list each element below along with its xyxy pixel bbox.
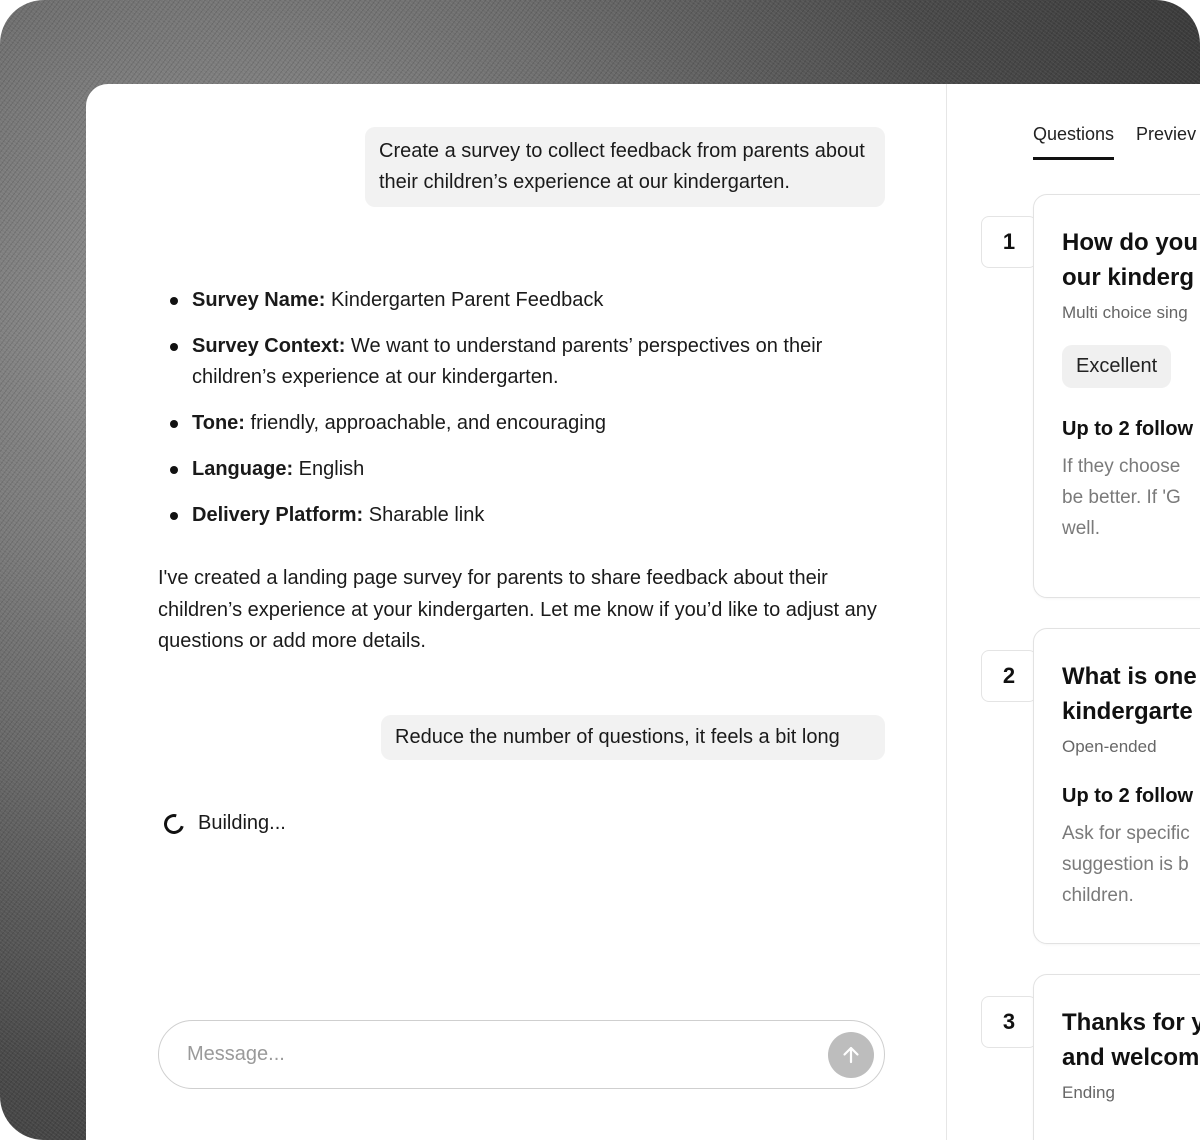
message-composer	[158, 1020, 885, 1089]
followup-label: Up to 2 follow	[1062, 418, 1194, 440]
question-type: Open-ended	[1062, 737, 1157, 756]
arrow-up-icon	[843, 1046, 859, 1064]
question-title: Thanks for y and welcom	[1062, 1009, 1200, 1071]
summary-label: Survey Context:	[192, 335, 346, 357]
summary-value: Kindergarten Parent Feedback	[325, 289, 604, 311]
survey-panel: Questions Previev 1 How do you our kinde…	[947, 84, 1200, 1140]
user-message: Create a survey to collect feedback from…	[365, 127, 885, 207]
summary-value: English	[293, 458, 365, 480]
question-number: 2	[981, 650, 1037, 702]
summary-item-tone: Tone: friendly, approachable, and encour…	[164, 408, 884, 439]
question-type: Ending	[1062, 1083, 1115, 1102]
summary-label: Survey Name:	[192, 289, 326, 311]
spinner-icon	[160, 809, 188, 838]
summary-label: Delivery Platform:	[192, 504, 364, 526]
status-text: Building...	[198, 812, 286, 834]
app-window: Create a survey to collect feedback from…	[86, 84, 1200, 1140]
assistant-message: I've created a landing page survey for p…	[158, 567, 877, 652]
summary-label: Tone:	[192, 412, 245, 434]
question-card[interactable]: Thanks for y and welcom Ending	[1033, 974, 1200, 1140]
summary-label: Language:	[192, 458, 294, 480]
user-message: Reduce the number of questions, it feels…	[381, 715, 885, 760]
question-card[interactable]: How do you our kinderg Multi choice sing…	[1033, 194, 1200, 598]
send-button[interactable]	[828, 1032, 874, 1078]
summary-value: Sharable link	[363, 504, 485, 526]
chat-pane: Create a survey to collect feedback from…	[86, 84, 946, 1140]
summary-value: friendly, approachable, and encouraging	[244, 412, 606, 434]
summary-item-delivery-platform: Delivery Platform: Sharable link	[164, 500, 884, 531]
question-title: What is one kindergarte	[1062, 663, 1197, 725]
tab-questions[interactable]: Questions	[1033, 124, 1115, 160]
summary-item-language: Language: English	[164, 454, 884, 485]
question-number: 3	[981, 996, 1037, 1048]
question-card[interactable]: What is one kindergarte Open-ended Up to…	[1033, 628, 1200, 944]
summary-item-survey-name: Survey Name: Kindergarten Parent Feedbac…	[164, 285, 884, 316]
followup-label: Up to 2 follow	[1062, 785, 1194, 807]
question-number: 1	[981, 216, 1037, 268]
building-status: Building...	[160, 809, 286, 838]
summary-item-survey-context: Survey Context: We want to understand pa…	[164, 331, 884, 393]
question-type: Multi choice sing	[1062, 303, 1188, 322]
followup-text: Ask for specific suggestion is b childre…	[1062, 823, 1190, 906]
answer-option[interactable]: Excellent	[1062, 345, 1172, 388]
panel-tabs: Questions Previev	[1033, 124, 1196, 160]
survey-summary-list: Survey Name: Kindergarten Parent Feedbac…	[164, 285, 884, 546]
tab-preview[interactable]: Previev	[1136, 124, 1196, 160]
followup-text: If they choose be better. If 'G well.	[1062, 456, 1181, 539]
question-title: How do you our kinderg	[1062, 229, 1198, 291]
message-input[interactable]	[187, 1021, 787, 1087]
